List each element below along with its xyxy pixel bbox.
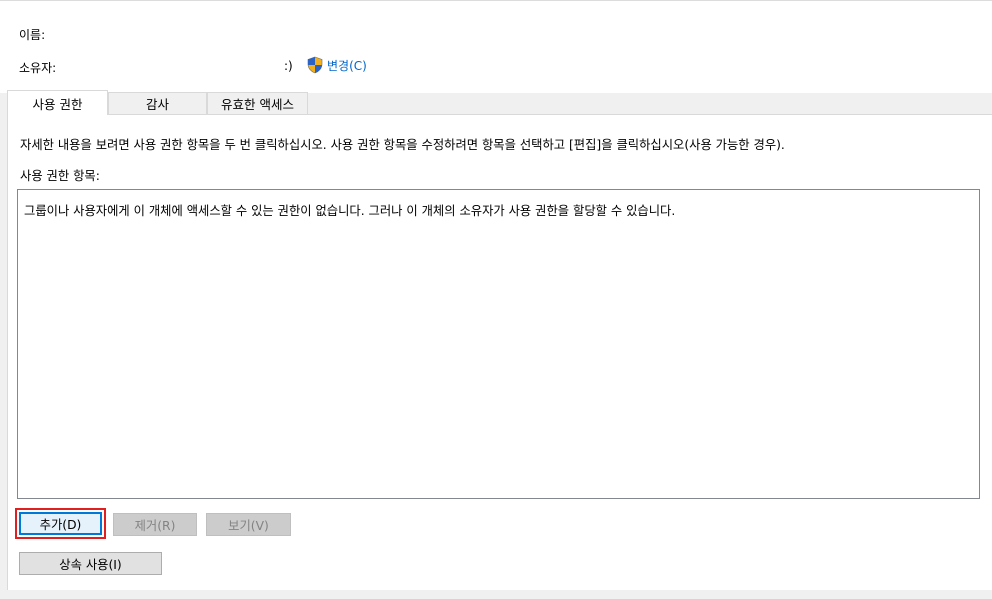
add-button[interactable]: 추가(D) (19, 512, 102, 535)
instructions-text: 자세한 내용을 보려면 사용 권한 항목을 두 번 클릭하십시오. 사용 권한 … (20, 138, 785, 152)
bottom-strip (0, 590, 992, 599)
enable-inheritance-button[interactable]: 상속 사용(I) (19, 552, 162, 575)
remove-button[interactable]: 제거(R) (113, 513, 197, 536)
uac-shield-icon (306, 56, 324, 74)
header-area: 이름: 소유자: :) 변경(C) (0, 0, 992, 93)
advanced-security-window: 이름: 소유자: :) 변경(C) 사용 권한 감사 유효한 액세스 자세한 내… (0, 0, 992, 599)
permissions-panel: 자세한 내용을 보려면 사용 권한 항목을 두 번 클릭하십시오. 사용 권한 … (7, 114, 992, 590)
permission-entries-list[interactable]: 그룹이나 사용자에게 이 개체에 액세스할 수 있는 권한이 없습니다. 그러나… (17, 189, 980, 499)
change-link-text[interactable]: 변경(C) (327, 57, 367, 74)
empty-list-message: 그룹이나 사용자에게 이 개체에 액세스할 수 있는 권한이 없습니다. 그러나… (24, 204, 676, 218)
name-label: 이름: (19, 28, 46, 42)
owner-value: :) (284, 59, 293, 73)
change-owner-link[interactable]: 변경(C) (306, 56, 367, 74)
owner-label: 소유자: (19, 61, 57, 75)
tab-permissions[interactable]: 사용 권한 (7, 90, 108, 115)
tab-audit[interactable]: 감사 (108, 92, 207, 114)
view-button[interactable]: 보기(V) (206, 513, 291, 536)
tab-effective-access[interactable]: 유효한 액세스 (207, 92, 308, 114)
permission-entries-label: 사용 권한 항목: (20, 169, 100, 183)
